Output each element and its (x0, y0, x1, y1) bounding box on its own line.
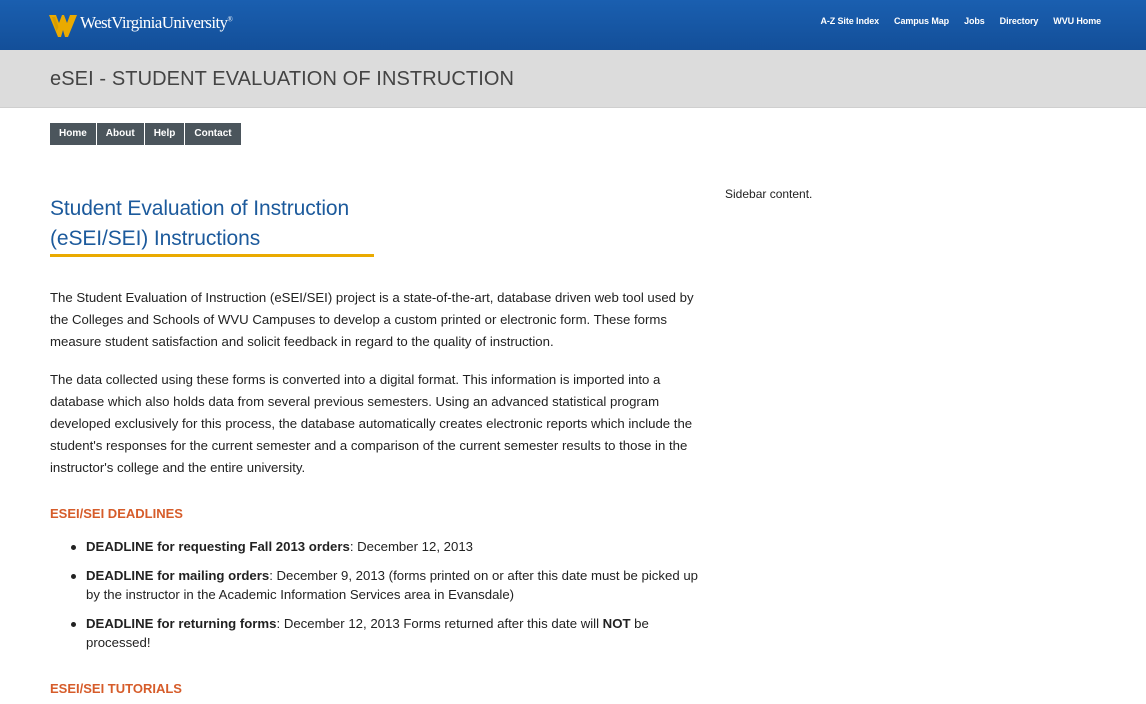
top-bar: WestVirginiaUniversity® A-Z Site Index C… (0, 0, 1146, 50)
nav-contact[interactable]: Contact (185, 123, 241, 145)
main-content: Student Evaluation of Instruction (eSEI/… (50, 194, 710, 696)
deadlines-list: DEADLINE for requesting Fall 2013 orders… (50, 537, 700, 662)
link-directory[interactable]: Directory (1000, 16, 1039, 26)
list-item: DEADLINE for requesting Fall 2013 orders… (50, 537, 700, 557)
site-title[interactable]: eSEI - STUDENT EVALUATION OF INSTRUCTION (50, 68, 514, 91)
logo-wordmark: WestVirginiaUniversity® (80, 13, 233, 32)
list-item: DEADLINE for mailing orders: December 9,… (50, 566, 700, 605)
page-title: Student Evaluation of Instruction (eSEI/… (50, 194, 374, 257)
wvu-flying-wv-icon (49, 15, 77, 37)
main-nav: Home About Help Contact (50, 123, 241, 145)
deadline-emphasis: NOT (602, 615, 631, 631)
site-title-band: eSEI - STUDENT EVALUATION OF INSTRUCTION (0, 50, 1146, 108)
nav-about[interactable]: About (96, 123, 145, 145)
data-paragraph: The data collected using these forms is … (50, 372, 693, 475)
link-az-site-index[interactable]: A-Z Site Index (820, 16, 879, 26)
deadline-text: : December 12, 2013 (349, 539, 473, 554)
deadline-label: DEADLINE for requesting Fall 2013 orders (86, 539, 350, 554)
deadlines-heading: ESEI/SEI DEADLINES (50, 506, 183, 521)
page-title-line-2: (eSEI/SEI) Instructions (50, 227, 261, 250)
utility-links: A-Z Site Index Campus Map Jobs Directory… (820, 16, 1101, 26)
deadline-text: : December 12, 2013 Forms returned after… (276, 615, 603, 631)
link-wvu-home[interactable]: WVU Home (1053, 16, 1101, 26)
sidebar: Sidebar content. (725, 187, 812, 201)
wvu-logo[interactable]: WestVirginiaUniversity® (49, 12, 233, 40)
sidebar-text: Sidebar content. (725, 187, 813, 201)
intro-paragraph: The Student Evaluation of Instruction (e… (50, 290, 694, 349)
link-campus-map[interactable]: Campus Map (894, 16, 949, 26)
deadline-label: DEADLINE for returning forms (86, 615, 277, 631)
tutorials-heading: ESEI/SEI TUTORIALS (50, 681, 182, 696)
nav-help[interactable]: Help (144, 123, 186, 145)
list-item: DEADLINE for returning forms: December 1… (50, 614, 700, 653)
nav-home[interactable]: Home (50, 123, 97, 145)
link-jobs[interactable]: Jobs (964, 16, 985, 26)
deadline-label: DEADLINE for mailing orders (86, 567, 270, 583)
page-title-line-1: Student Evaluation of Instruction (50, 197, 350, 220)
